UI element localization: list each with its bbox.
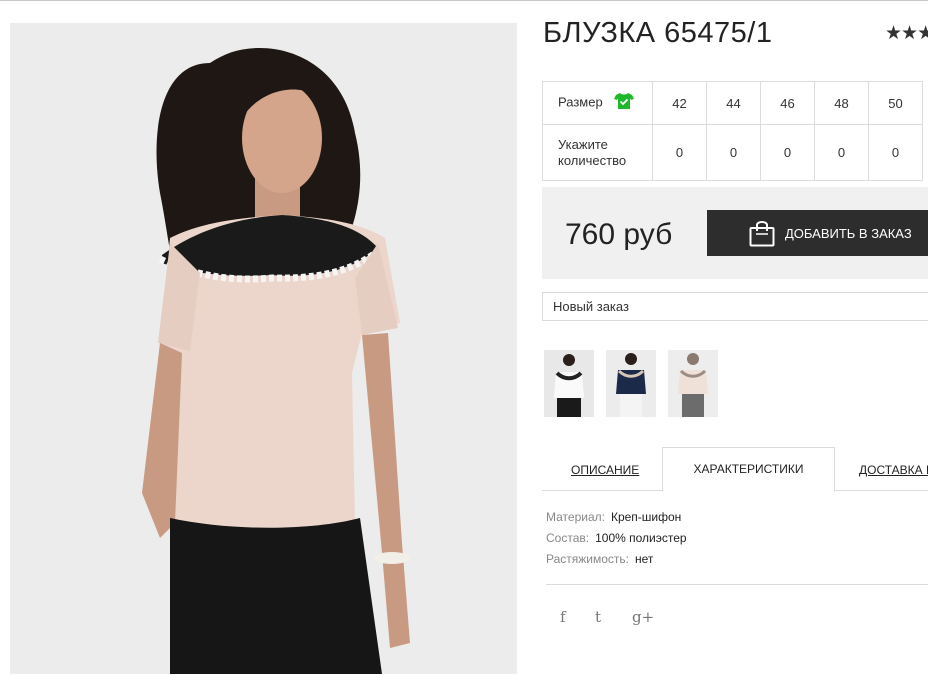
order-select[interactable]: Новый заказ [542, 292, 928, 321]
tshirt-size-chart-icon[interactable] [614, 92, 635, 114]
spec-key: Материал: [546, 510, 605, 524]
size-option-50[interactable]: 50 [868, 81, 923, 125]
spec-key: Состав: [546, 531, 590, 545]
size-row: Размер 42 44 46 48 50 [542, 81, 923, 125]
quantity-input-48[interactable]: 0 [814, 124, 869, 181]
size-option-48[interactable]: 48 [814, 81, 869, 125]
facebook-icon[interactable]: f [560, 608, 566, 626]
size-option-44[interactable]: 44 [706, 81, 761, 125]
tab-description[interactable]: ОПИСАНИЕ [571, 463, 639, 477]
tab-characteristics[interactable]: ХАРАКТЕРИСТИКИ [662, 447, 835, 492]
spec-row: Растяжимость: нет [546, 552, 687, 573]
add-to-order-button[interactable]: ДОБАВИТЬ В ЗАКАЗ [707, 210, 928, 256]
shopping-bag-icon [749, 219, 775, 247]
spec-key: Растяжимость: [546, 552, 630, 566]
quantity-input-46[interactable]: 0 [760, 124, 815, 181]
size-option-42[interactable]: 42 [652, 81, 707, 125]
product-price: 760 руб [565, 218, 673, 251]
quantity-row: Укажите количество 0 0 0 0 0 [542, 124, 923, 181]
product-title: БЛУЗКА 65475/1 [543, 17, 773, 49]
quantity-input-44[interactable]: 0 [706, 124, 761, 181]
spec-row: Состав: 100% полиэстер [546, 531, 687, 552]
product-main-image[interactable] [10, 23, 517, 674]
twitter-icon[interactable]: t [595, 608, 601, 626]
thumbnail-navy[interactable] [606, 350, 656, 417]
spec-value: 100% полиэстер [595, 531, 687, 545]
top-border [0, 0, 928, 3]
quantity-input-42[interactable]: 0 [652, 124, 707, 181]
size-label: Размер [558, 94, 603, 110]
price-box: 760 руб ДОБАВИТЬ В ЗАКАЗ [542, 187, 928, 279]
thumbnail-beige[interactable] [668, 350, 718, 417]
quantity-input-50[interactable]: 0 [868, 124, 923, 181]
google-plus-icon[interactable]: g+ [632, 608, 654, 626]
size-option-46[interactable]: 46 [760, 81, 815, 125]
size-label-cell: Размер [542, 81, 653, 125]
tab-delivery[interactable]: ДОСТАВКА И [859, 463, 928, 477]
rating-stars[interactable]: ★★★ [885, 22, 928, 45]
spec-value: нет [635, 552, 654, 566]
add-to-order-label: ДОБАВИТЬ В ЗАКАЗ [785, 225, 912, 241]
spec-value: Креп-шифон [610, 510, 682, 524]
social-divider [546, 584, 928, 585]
quantity-label: Укажите количество [542, 124, 653, 181]
spec-row: Материал: Креп-шифон [546, 510, 687, 531]
thumbnail-white[interactable] [544, 350, 594, 417]
specs-list: Материал: Креп-шифон Состав: 100% полиэсте… [546, 510, 687, 573]
size-table: Размер 42 44 46 48 50 Укажите количество… [542, 81, 923, 181]
